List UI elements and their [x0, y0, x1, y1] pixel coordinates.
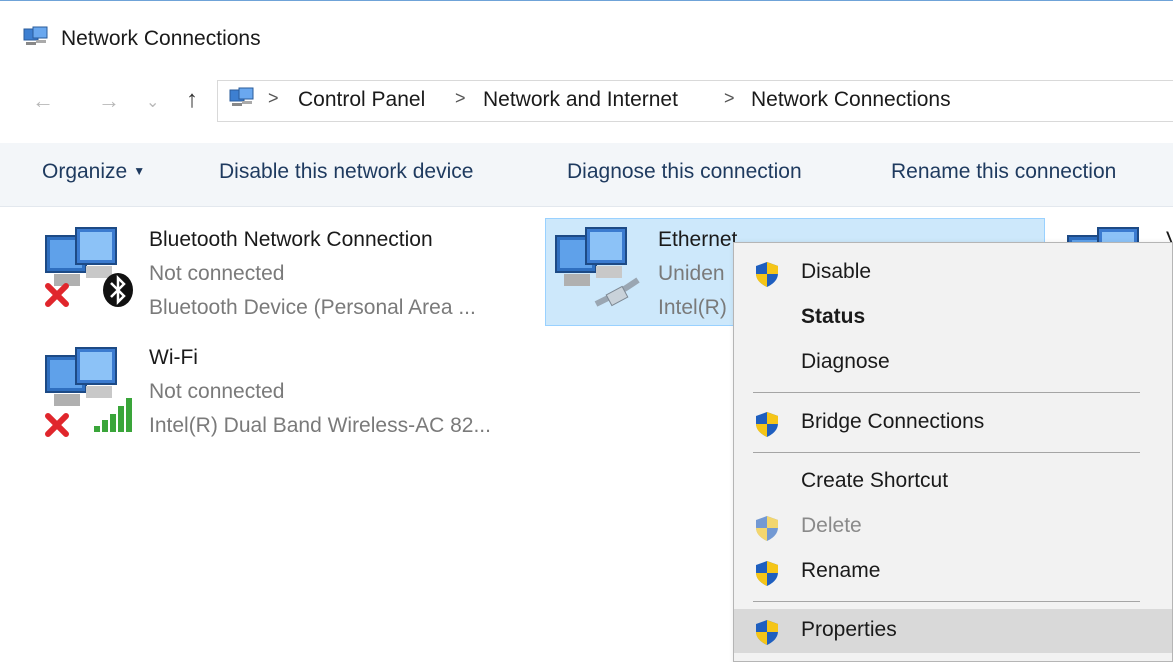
breadcrumb-separator: > [455, 88, 466, 108]
menu-separator [753, 452, 1140, 453]
connection-status: Uniden [658, 262, 725, 285]
disconnected-x-icon [45, 413, 69, 437]
forward-button[interactable]: → [98, 86, 120, 116]
address-row: ← → ⌄ ↑ > Control Panel > Network and In… [0, 80, 1173, 124]
wifi-signal-icon [94, 398, 132, 432]
menu-item-properties[interactable]: Properties [734, 609, 1172, 653]
connection-name: Ethernet [658, 228, 738, 251]
context-menu: Disable Status Diagnose Bridge Connectio… [733, 242, 1173, 662]
disable-device-button[interactable]: Disable this network device [219, 160, 473, 184]
menu-item-bridge-connections[interactable]: Bridge Connections [734, 401, 1172, 445]
breadcrumb-network-and-internet[interactable]: Network and Internet [483, 88, 678, 112]
menu-item-label: Properties [801, 618, 897, 641]
uac-shield-icon [756, 561, 778, 586]
recent-locations-button[interactable]: ⌄ [146, 88, 159, 118]
connection-device: Intel(R) Dual Band Wireless-AC 82... [149, 414, 491, 437]
uac-shield-icon [756, 412, 778, 437]
rename-connection-button[interactable]: Rename this connection [891, 160, 1116, 184]
menu-item-label: Delete [801, 514, 862, 537]
organize-button[interactable]: Organize ▼ [42, 160, 145, 184]
menu-separator [753, 601, 1140, 602]
connection-name: Wi-Fi [149, 346, 198, 369]
menu-item-label: Status [801, 305, 866, 328]
uac-shield-icon [756, 516, 778, 541]
menu-item-label: Disable [801, 260, 872, 283]
disconnected-x-icon [45, 283, 69, 307]
uac-shield-icon [756, 620, 778, 645]
breadcrumb-separator: > [724, 88, 735, 108]
breadcrumb-network-connections[interactable]: Network Connections [751, 88, 951, 112]
command-bar: Organize ▼ Disable this network device Di… [0, 143, 1173, 207]
connection-name: Bluetooth Network Connection [149, 228, 433, 251]
connection-device: Bluetooth Device (Personal Area ... [149, 296, 476, 319]
title-bar: Network Connections [0, 18, 1173, 58]
window-title: Network Connections [61, 27, 261, 50]
connection-device: Intel(R) [658, 296, 727, 319]
back-button[interactable]: ← [32, 86, 54, 116]
bluetooth-icon [103, 273, 133, 307]
connection-bluetooth[interactable]: Bluetooth Network Connection Not connect… [40, 222, 520, 332]
menu-item-diagnose[interactable]: Diagnose [734, 341, 1172, 385]
organize-label: Organize [42, 160, 128, 183]
menu-separator [753, 392, 1140, 393]
breadcrumb-separator: > [268, 88, 279, 108]
uac-shield-icon [756, 262, 778, 287]
connection-wifi[interactable]: Wi-Fi Not connected Intel(R) Dual Band W… [40, 342, 520, 452]
menu-item-delete[interactable]: Delete [734, 505, 1172, 549]
network-location-icon [229, 87, 254, 106]
window-top-border [0, 0, 1173, 1]
breadcrumb-control-panel[interactable]: Control Panel [298, 88, 425, 112]
network-connections-icon [23, 26, 48, 45]
address-bar[interactable]: > Control Panel > Network and Internet >… [217, 80, 1173, 122]
menu-item-label: Bridge Connections [801, 410, 985, 433]
connection-status: Not connected [149, 262, 285, 285]
menu-item-label: Rename [801, 559, 881, 582]
chevron-down-icon: ▼ [133, 164, 146, 178]
menu-item-disable[interactable]: Disable [734, 251, 1172, 295]
up-button[interactable]: ↑ [186, 85, 198, 115]
menu-item-label: Diagnose [801, 350, 890, 373]
diagnose-connection-button[interactable]: Diagnose this connection [567, 160, 802, 184]
menu-item-create-shortcut[interactable]: Create Shortcut [734, 460, 1172, 504]
ethernet-cable-icon [594, 277, 640, 307]
menu-item-label: Create Shortcut [801, 469, 949, 492]
connection-status: Not connected [149, 380, 285, 403]
menu-item-status[interactable]: Status [734, 296, 1172, 340]
menu-item-rename[interactable]: Rename [734, 550, 1172, 594]
